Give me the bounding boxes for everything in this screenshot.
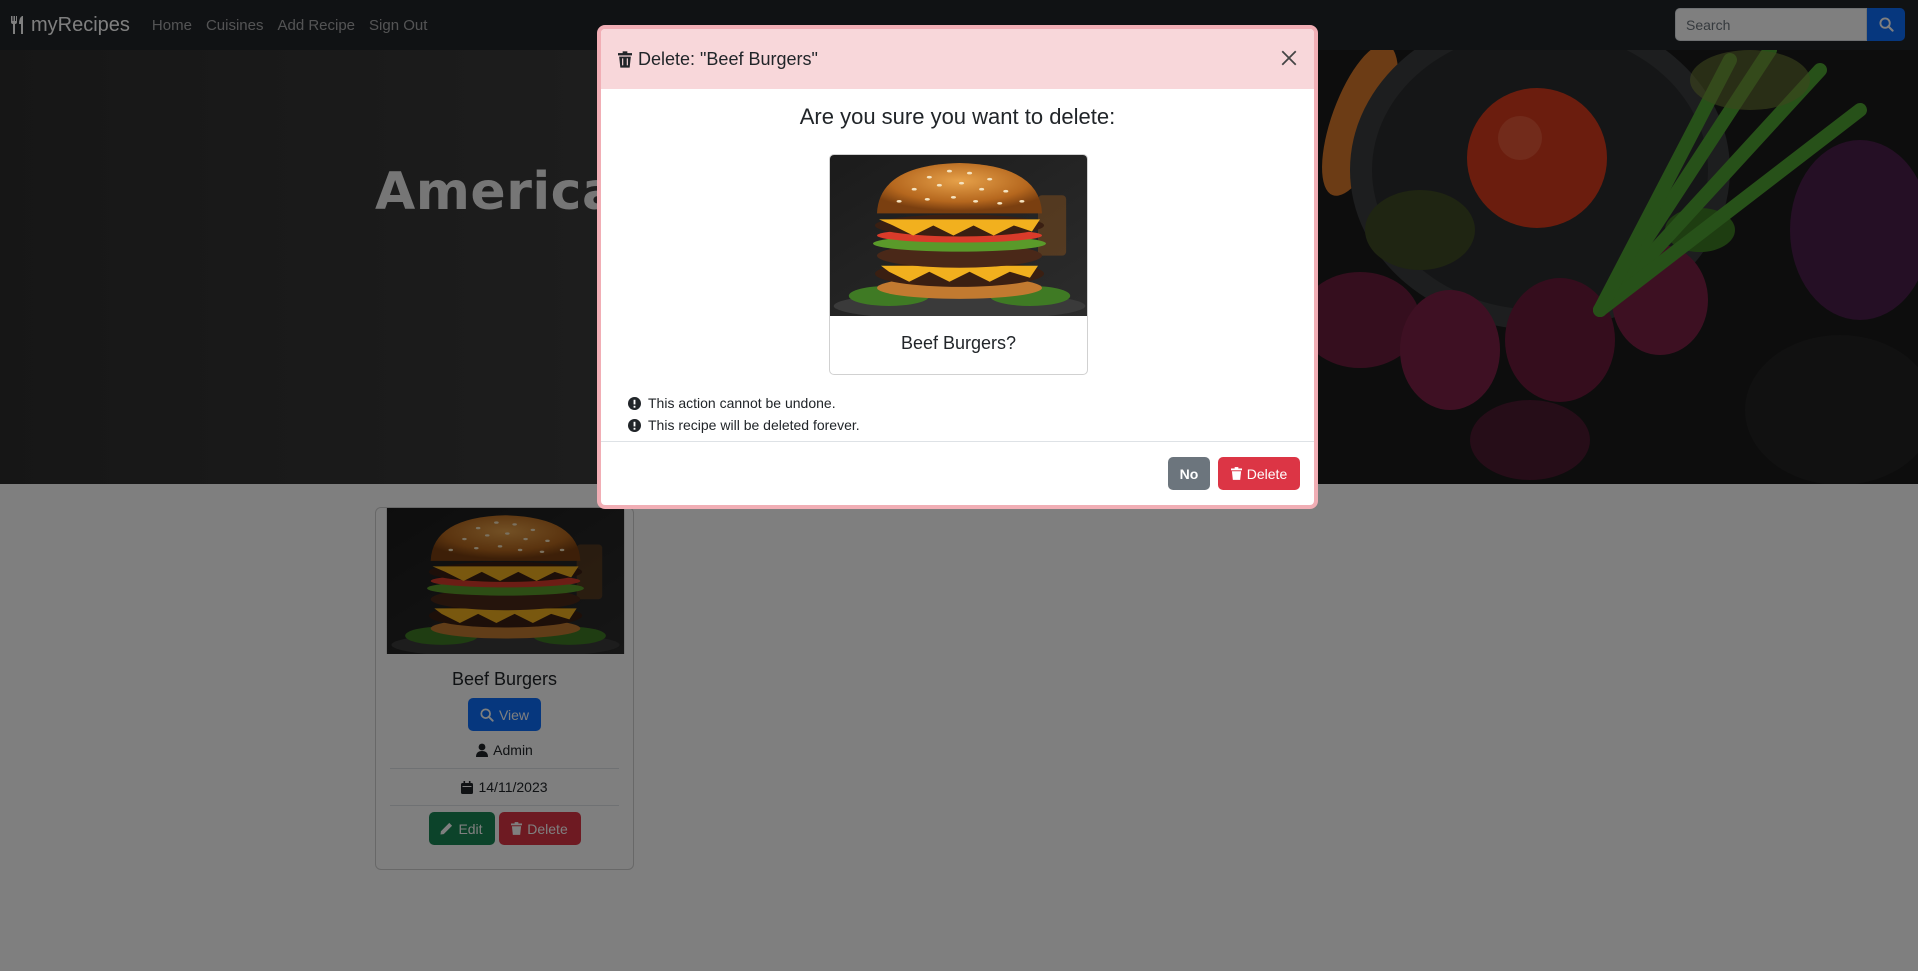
no-button[interactable]: No: [1168, 457, 1210, 490]
confirm-delete-label: Delete: [1246, 465, 1288, 482]
recipe-preview-image: [830, 155, 1088, 316]
exclamation-circle-icon: [628, 396, 641, 410]
trash-icon: [1230, 467, 1242, 480]
modal-footer: No Delete: [601, 441, 1314, 505]
exclamation-circle-icon: [628, 418, 641, 432]
trash-icon: [618, 50, 632, 68]
warning-text: This recipe will be deleted forever.: [648, 417, 860, 433]
recipe-preview-caption: Beef Burgers?: [900, 333, 1017, 353]
close-icon[interactable]: [1280, 49, 1298, 67]
recipe-preview-card: Beef Burgers?: [829, 154, 1088, 375]
modal-header: Delete: "Beef Burgers": [601, 29, 1314, 89]
warning-item: This recipe will be deleted forever.: [628, 414, 860, 436]
confirm-question: Are you sure you want to delete:: [799, 104, 1116, 129]
warning-text: This action cannot be undone.: [648, 395, 836, 411]
modal-title-text: Delete: "Beef Burgers": [638, 48, 818, 69]
modal-title: Delete: "Beef Burgers": [618, 49, 818, 70]
confirm-delete-button[interactable]: Delete: [1218, 457, 1300, 490]
warning-list: This action cannot be undone. This recip…: [628, 392, 860, 436]
warning-item: This action cannot be undone.: [628, 392, 860, 414]
modal-body: Are you sure you want to delete: Beef Bu…: [601, 104, 1314, 460]
delete-modal: Delete: "Beef Burgers" Are you sure you …: [597, 25, 1318, 509]
